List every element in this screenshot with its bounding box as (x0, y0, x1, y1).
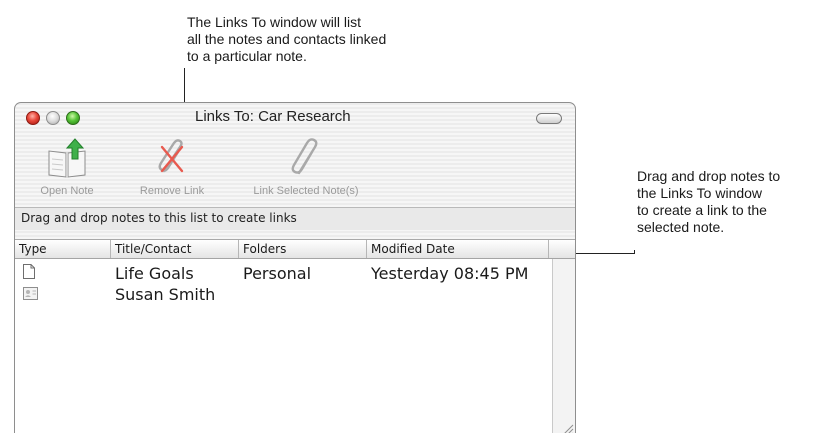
row-title: Life Goals (115, 264, 194, 283)
drop-hint-bar: Drag and drop notes to this list to crea… (15, 207, 575, 230)
note-icon (23, 264, 35, 283)
drop-hint-text: Drag and drop notes to this list to crea… (21, 211, 297, 225)
window-title: Links To: Car Research (195, 108, 351, 125)
row-title: Susan Smith (115, 285, 216, 304)
callout-line: The Links To window will list (187, 14, 362, 30)
callout-leader-line (634, 250, 635, 254)
contact-card-icon (23, 285, 38, 304)
open-note-button[interactable]: Open Note (25, 137, 109, 197)
row-folders: Personal (243, 264, 312, 283)
column-header-folders[interactable]: Folders (239, 240, 367, 258)
toolbar-toggle-button[interactable] (536, 113, 562, 124)
column-header-title-contact[interactable]: Title/Contact (111, 240, 239, 258)
column-header-modified-date[interactable]: Modified Date (367, 240, 549, 258)
table-row[interactable]: Susan Smith (15, 283, 549, 305)
callout-line: the Links To window (637, 185, 763, 201)
table-header: Type Title/Contact Folders Modified Date (15, 240, 575, 259)
link-selected-notes-label: Link Selected Note(s) (253, 185, 359, 197)
callout-line: to create a link to the (637, 202, 767, 218)
links-to-window: Links To: Car Research Open Note Remove … (14, 102, 576, 433)
callout-line: all the notes and contacts linked (187, 31, 387, 47)
open-note-label: Open Note (40, 185, 94, 197)
paperclip-icon (291, 138, 318, 175)
resize-grip-icon[interactable] (561, 423, 574, 433)
title-bar[interactable]: Links To: Car Research (15, 103, 575, 133)
remove-link-button[interactable]: Remove Link (117, 137, 227, 197)
open-book-icon (48, 138, 86, 178)
callout-line: Drag and drop notes to (637, 168, 781, 184)
column-header-type[interactable]: Type (15, 240, 111, 258)
remove-link-label: Remove Link (139, 185, 205, 197)
minimize-window-button[interactable] (46, 111, 60, 125)
row-modified-date: Yesterday 08:45 PM (371, 264, 529, 283)
callout-line: selected note. (637, 219, 725, 235)
links-table[interactable]: Type Title/Contact Folders Modified Date… (15, 239, 575, 433)
column-header-corner (549, 240, 575, 258)
zoom-window-button[interactable] (66, 111, 80, 125)
callout-links-to-description: The Links To window will list all the no… (187, 14, 427, 65)
close-window-button[interactable] (26, 111, 40, 125)
toolbar: Open Note Remove Link Link Selected Note… (15, 133, 575, 205)
callout-line: to a particular note. (187, 48, 307, 64)
callout-drag-drop-description: Drag and drop notes to the Links To wind… (637, 168, 819, 236)
remove-link-icon (158, 139, 184, 173)
table-row[interactable]: Life Goals Personal Yesterday 08:45 PM (15, 262, 549, 284)
vertical-scrollbar[interactable] (552, 259, 575, 433)
link-selected-notes-button[interactable]: Link Selected Note(s) (228, 137, 384, 197)
